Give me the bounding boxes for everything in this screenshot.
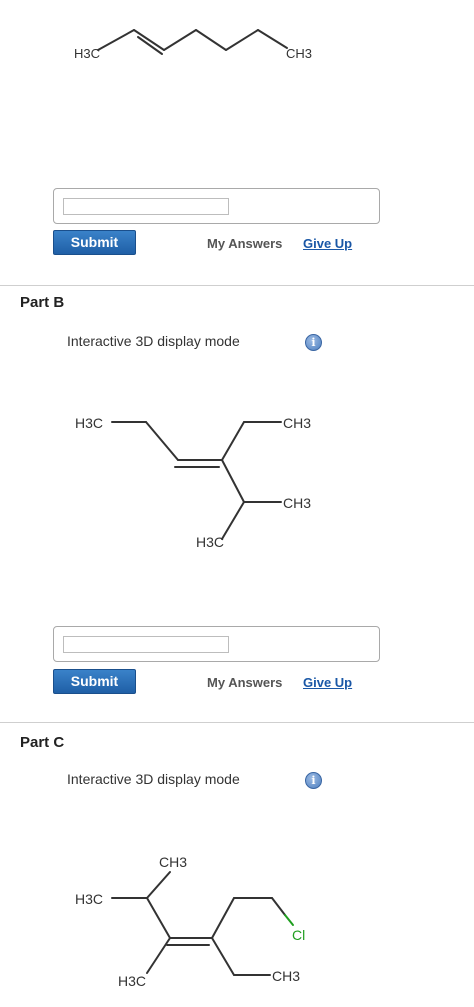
part-b-give-up-link[interactable]: Give Up [303,675,352,690]
part-c-h3c-bottom-label: H3C [118,973,146,989]
part-a-answer-box [53,188,380,224]
part-b-answer-box [53,626,380,662]
molecule-a-structure: H3C CH3 [74,29,312,61]
part-c-title: Part C [20,734,65,751]
part-c-ch3-top-label: CH3 [159,854,187,870]
part-b-title: Part B [20,294,65,311]
part-c-molecule-structure: CH3 H3C Cl H3C CH3 [75,854,305,989]
part-c-display-mode-label: Interactive 3D display mode [67,771,240,787]
molecule-a-ch3-label: CH3 [286,46,312,61]
part-a-submit-button[interactable]: Submit [53,230,136,255]
part-b-molecule-structure: H3C CH3 CH3 H3C [75,415,311,550]
part-b-submit-button[interactable]: Submit [53,669,136,694]
part-a-my-answers-link[interactable]: My Answers [207,236,282,251]
part-c-h3c-left-label: H3C [75,891,103,907]
part-b-display-mode-label: Interactive 3D display mode [67,333,240,349]
part-a-answer-input[interactable] [63,198,229,215]
part-c-info-icon[interactable]: i [305,772,322,789]
part-c-chlorine-label: Cl [292,927,305,943]
part-b-h3c-top-label: H3C [75,415,103,431]
part-divider [0,722,474,723]
part-b-info-icon[interactable]: i [305,334,322,351]
part-b-answer-input[interactable] [63,636,229,653]
molecule-a-h3c-label: H3C [74,46,100,61]
part-c-ch3-bottom-label: CH3 [272,968,300,984]
part-divider [0,285,474,286]
part-b-my-answers-link[interactable]: My Answers [207,675,282,690]
part-b-ch3-lower-label: CH3 [283,495,311,511]
part-a-give-up-link[interactable]: Give Up [303,236,352,251]
part-b-ch3-upper-label: CH3 [283,415,311,431]
part-b-h3c-bottom-label: H3C [196,534,224,550]
